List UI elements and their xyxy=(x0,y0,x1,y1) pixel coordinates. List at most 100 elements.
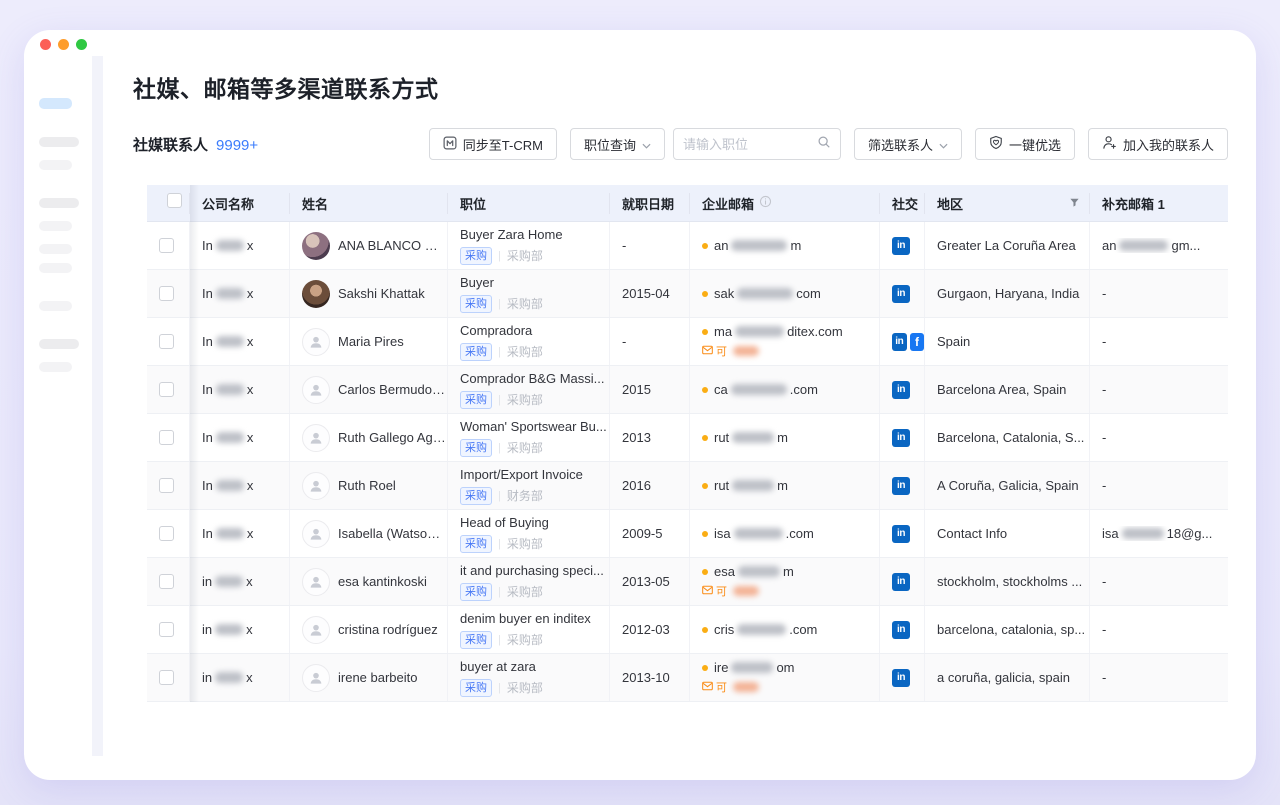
contact-name[interactable]: Sakshi Khattak xyxy=(338,286,425,301)
contact-name[interactable]: esa kantinkoski xyxy=(338,574,427,589)
tag-separator: | xyxy=(498,538,501,550)
table-row[interactable]: Inx Sakshi Khattak Buyer 采购 | 采购部 2015-0… xyxy=(147,270,1228,318)
app-window: 社媒、邮箱等多渠道联系方式 社媒联系人 9999+ 同步至T-CRM 职位查询 xyxy=(24,30,1256,780)
social-links: in xyxy=(892,525,924,543)
corporate-email[interactable]: isa.com xyxy=(714,526,814,541)
filter-contacts-dropdown[interactable]: 筛选联系人 xyxy=(854,128,962,160)
corporate-email[interactable]: esam xyxy=(714,564,794,579)
redacted-text xyxy=(1122,528,1164,539)
corporate-email[interactable]: sakcom xyxy=(714,286,821,301)
extra-email: - xyxy=(1102,670,1228,685)
start-date: 2012-03 xyxy=(622,622,689,637)
corporate-email[interactable]: cris.com xyxy=(714,622,817,637)
corporate-email[interactable]: ireom xyxy=(714,660,795,675)
corporate-email[interactable]: rutm xyxy=(714,430,788,445)
table-row[interactable]: Inx Carlos Bermudo Cr... Comprador B&G M… xyxy=(147,366,1228,414)
department-name: 采购部 xyxy=(507,535,543,552)
contact-name[interactable]: ANA BLANCO REY xyxy=(338,238,447,253)
main-content: 社媒、邮箱等多渠道联系方式 社媒联系人 9999+ 同步至T-CRM 职位查询 xyxy=(103,30,1256,780)
extra-email: - xyxy=(1102,622,1228,637)
contact-name[interactable]: Carlos Bermudo Cr... xyxy=(338,382,447,397)
extra-email: - xyxy=(1102,478,1228,493)
email-status-dot xyxy=(702,387,708,393)
row-checkbox[interactable] xyxy=(159,430,174,445)
linkedin-icon[interactable]: in xyxy=(892,429,910,447)
contact-name[interactable]: cristina rodríguez xyxy=(338,622,438,637)
sidebar-skeleton-bar xyxy=(39,339,79,349)
maximize-window-button[interactable] xyxy=(76,39,87,50)
row-checkbox[interactable] xyxy=(159,526,174,541)
close-window-button[interactable] xyxy=(40,39,51,50)
table-row[interactable]: Inx Isabella (Watson) L... Head of Buyin… xyxy=(147,510,1228,558)
company-name: Inx xyxy=(202,238,289,253)
add-to-my-contacts-button[interactable]: 加入我的联系人 xyxy=(1088,128,1228,160)
position-search-input[interactable] xyxy=(683,137,817,152)
redacted-text xyxy=(216,384,244,395)
social-links: in xyxy=(892,621,924,639)
extra-email: isa18@g... xyxy=(1102,526,1228,541)
chevron-down-icon xyxy=(642,137,651,152)
linkedin-icon[interactable]: in xyxy=(892,285,910,303)
table-row[interactable]: inx irene barbeito buyer at zara 采购 | 采购… xyxy=(147,654,1228,702)
corporate-email[interactable]: ca.com xyxy=(714,382,818,397)
sidebar-skeleton-bar xyxy=(39,244,72,254)
contact-name[interactable]: Isabella (Watson) L... xyxy=(338,526,447,541)
redacted-text xyxy=(215,576,243,587)
table-row[interactable]: Inx Maria Pires Compradora 采购 | 采购部 - ma… xyxy=(147,318,1228,366)
row-checkbox[interactable] xyxy=(159,574,174,589)
row-checkbox[interactable] xyxy=(159,670,174,685)
row-checkbox[interactable] xyxy=(159,334,174,349)
deliverable-label: 可 xyxy=(716,679,727,695)
region: Gurgaon, Haryana, India xyxy=(937,286,1089,301)
facebook-icon[interactable]: f xyxy=(910,333,925,351)
position-query-dropdown[interactable]: 职位查询 xyxy=(570,128,665,160)
minimize-window-button[interactable] xyxy=(58,39,69,50)
job-title: Buyer Zara Home xyxy=(460,227,609,243)
avatar xyxy=(302,472,330,500)
header-cell-select xyxy=(147,193,190,214)
row-checkbox[interactable] xyxy=(159,382,174,397)
row-checkbox[interactable] xyxy=(159,238,174,253)
linkedin-icon[interactable]: in xyxy=(892,237,910,255)
filter-funnel-icon[interactable] xyxy=(1069,196,1080,211)
row-checkbox[interactable] xyxy=(159,286,174,301)
table-body: Inx ANA BLANCO REY Buyer Zara Home 采购 | … xyxy=(147,222,1228,702)
linkedin-icon[interactable]: in xyxy=(892,525,910,543)
linkedin-icon[interactable]: in xyxy=(892,333,907,351)
department-tag: 采购 xyxy=(460,295,492,313)
select-all-checkbox[interactable] xyxy=(167,193,182,208)
contact-name[interactable]: Ruth Gallego Agulló xyxy=(338,430,447,445)
deliverable-tag: 可 xyxy=(702,343,879,359)
sidebar-active-item[interactable] xyxy=(39,98,72,109)
sync-to-crm-button[interactable]: 同步至T-CRM xyxy=(429,128,557,160)
corporate-email[interactable]: maditex.com xyxy=(714,324,843,339)
linkedin-icon[interactable]: in xyxy=(892,573,910,591)
start-date: 2015-04 xyxy=(622,286,689,301)
department-name: 采购部 xyxy=(507,439,543,456)
corporate-email[interactable]: anm xyxy=(714,238,801,253)
table-row[interactable]: Inx Ruth Gallego Agulló Woman' Sportswea… xyxy=(147,414,1228,462)
table-row[interactable]: inx esa kantinkoski it and purchasing sp… xyxy=(147,558,1228,606)
table-row[interactable]: Inx ANA BLANCO REY Buyer Zara Home 采购 | … xyxy=(147,222,1228,270)
department-name: 采购部 xyxy=(507,679,543,696)
linkedin-icon[interactable]: in xyxy=(892,669,910,687)
search-icon[interactable] xyxy=(817,135,831,154)
row-checkbox[interactable] xyxy=(159,478,174,493)
table-row[interactable]: inx cristina rodríguez denim buyer en in… xyxy=(147,606,1228,654)
corporate-email[interactable]: rutm xyxy=(714,478,788,493)
linkedin-icon[interactable]: in xyxy=(892,381,910,399)
company-name: Inx xyxy=(202,334,289,349)
one-click-optimize-button[interactable]: 一键优选 xyxy=(975,128,1075,160)
row-checkbox[interactable] xyxy=(159,622,174,637)
redacted-text xyxy=(216,240,244,251)
sidebar-divider xyxy=(92,56,103,756)
contact-name[interactable]: Maria Pires xyxy=(338,334,404,349)
linkedin-icon[interactable]: in xyxy=(892,621,910,639)
avatar xyxy=(302,616,330,644)
linkedin-icon[interactable]: in xyxy=(892,477,910,495)
contact-name[interactable]: irene barbeito xyxy=(338,670,418,685)
info-icon[interactable] xyxy=(759,195,772,211)
contact-name[interactable]: Ruth Roel xyxy=(338,478,396,493)
table-row[interactable]: Inx Ruth Roel Import/Export Invoice 采购 |… xyxy=(147,462,1228,510)
company-name: Inx xyxy=(202,286,289,301)
